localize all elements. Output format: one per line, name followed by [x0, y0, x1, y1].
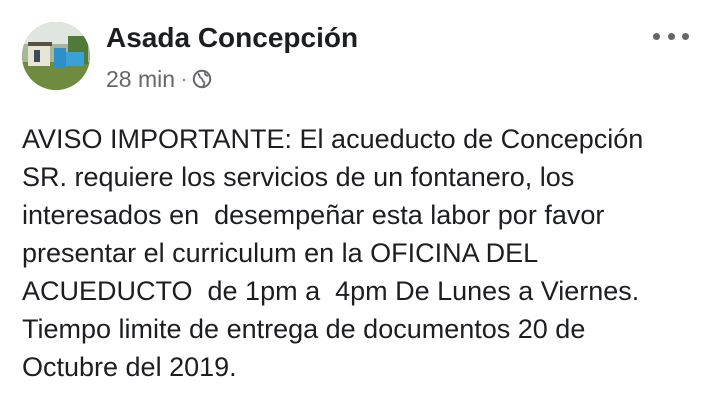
post-body-line: Octubre del 2019.	[22, 352, 237, 382]
post-card: Asada Concepción 28 min · AVISO IMPORTAN…	[0, 0, 704, 403]
more-dot	[653, 32, 660, 40]
post-meta: 28 min ·	[106, 64, 212, 94]
post-body-line: Tiempo limite de entrega de documentos 2…	[22, 314, 586, 344]
post-body-line: interesados en desempeñar esta labor por…	[22, 200, 605, 230]
more-dot	[682, 32, 689, 40]
post-body-line: presentar el curriculum en la OFICINA DE…	[22, 238, 539, 268]
post-body-line: ACUEDUCTO de 1pm a 4pm De Lunes a Vierne…	[22, 276, 640, 306]
more-dot	[667, 32, 675, 40]
globe-icon[interactable]	[192, 69, 212, 89]
page-avatar[interactable]	[22, 22, 90, 90]
post-timestamp[interactable]: 28 min	[106, 66, 175, 93]
post-body-line: AVISO IMPORTANTE: El acueducto de Concep…	[22, 124, 644, 154]
author-name[interactable]: Asada Concepción	[106, 22, 358, 54]
more-options-icon[interactable]	[653, 28, 689, 44]
post-body-line: SR. requiere los servicios de un fontane…	[22, 162, 575, 192]
meta-separator: ·	[181, 68, 188, 89]
post-body: AVISO IMPORTANTE: El acueducto de Concep…	[22, 120, 698, 386]
